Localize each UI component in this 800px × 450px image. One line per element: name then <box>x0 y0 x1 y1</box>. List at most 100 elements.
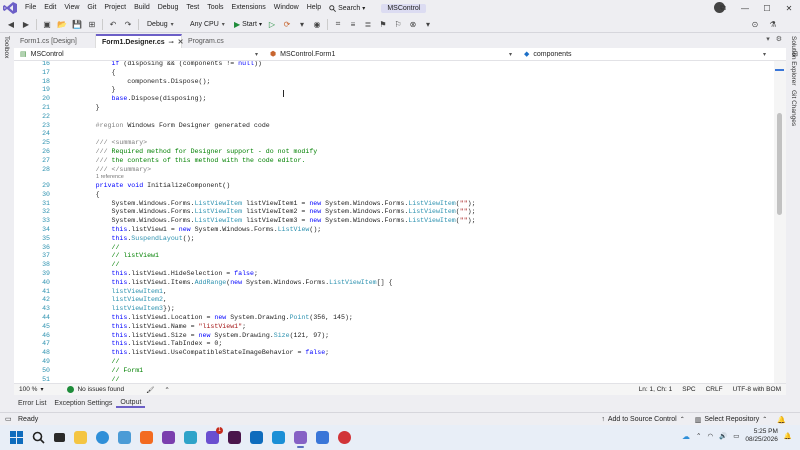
code-line[interactable]: 48 this.listView1.UseCompatibleStateImag… <box>14 348 774 357</box>
code-line[interactable]: 38 // <box>14 260 774 269</box>
code-line[interactable]: 44 this.listView1.Location = new System.… <box>14 313 774 322</box>
scrollbar-thumb[interactable] <box>777 113 782 215</box>
cursor-position[interactable]: Ln: 1, Ch: 1 <box>634 386 678 393</box>
brave-browser-icon[interactable] <box>140 431 153 444</box>
azure-data-studio-icon[interactable] <box>184 431 197 444</box>
code-line[interactable]: 41 listViewItem1, <box>14 287 774 296</box>
weather-icon[interactable]: ☁ <box>682 432 690 441</box>
code-line[interactable]: 40 this.listView1.Items.AddRange(new Sys… <box>14 278 774 287</box>
menu-view[interactable]: View <box>60 0 83 16</box>
code-line[interactable]: 46 this.listView1.Size = new System.Draw… <box>14 331 774 340</box>
file-encoding[interactable]: UTF-8 with BOM <box>728 386 786 393</box>
issues-indicator[interactable]: No issues found <box>62 386 129 393</box>
tab-form1-design[interactable]: Form1.cs [Design] <box>14 34 96 48</box>
code-line[interactable]: 45 this.listView1.Name = "listView1"; <box>14 322 774 331</box>
code-line[interactable]: 26 /// Required method for Designer supp… <box>14 147 774 156</box>
menu-edit[interactable]: Edit <box>40 0 60 16</box>
next-bookmark-icon[interactable]: ⚐ <box>393 19 403 29</box>
code-line[interactable]: 27 /// the contents of this method with … <box>14 156 774 165</box>
code-line[interactable]: 36 // <box>14 243 774 252</box>
tab-list-dropdown-icon[interactable]: ▾ <box>766 35 770 43</box>
code-line[interactable]: 21 } <box>14 103 774 112</box>
tab-exception-settings[interactable]: Exception Settings <box>50 400 116 407</box>
menu-git[interactable]: Git <box>83 0 100 16</box>
uncomment-icon[interactable]: ≣ <box>363 19 373 29</box>
preview-features-icon[interactable]: ⚗ <box>768 19 778 29</box>
minimize-button[interactable]: — <box>734 0 756 16</box>
code-line[interactable]: 19 } <box>14 85 774 94</box>
clear-bookmarks-icon[interactable]: ⊗ <box>408 19 418 29</box>
battery-icon[interactable]: ▭ <box>733 432 739 440</box>
undo-icon[interactable]: ↶ <box>108 19 118 29</box>
menu-extensions[interactable]: Extensions <box>228 0 270 16</box>
redo-icon[interactable]: ↷ <box>123 19 133 29</box>
brush-icon[interactable]: 🖌 <box>141 386 159 394</box>
hot-reload-icon[interactable]: ⟳ <box>282 19 292 29</box>
close-button[interactable]: ✕ <box>778 0 800 16</box>
code-line[interactable]: 39 this.listView1.HideSelection = false; <box>14 269 774 278</box>
new-project-icon[interactable]: ▣ <box>42 19 52 29</box>
menu-file[interactable]: File <box>21 0 40 16</box>
code-line[interactable]: 20 base.Dispose(disposing); <box>14 94 774 103</box>
code-line[interactable]: 51 // <box>14 375 774 384</box>
configuration-dropdown[interactable]: Debug ▾ <box>144 21 182 28</box>
code-line[interactable]: 43 listViewItem3}); <box>14 304 774 313</box>
search-button[interactable]: Search ▾ <box>325 5 369 12</box>
outlook-icon[interactable] <box>250 431 263 444</box>
notification-center-icon[interactable]: 🔔 <box>784 432 792 440</box>
open-file-icon[interactable]: 📂 <box>57 19 67 29</box>
browser-link-icon[interactable]: ◉ <box>312 19 322 29</box>
live-share-icon[interactable]: ⧉ <box>712 0 734 16</box>
zoom-dropdown[interactable]: 100 % ▾ <box>14 386 48 393</box>
code-editor[interactable]: 16 if (disposing && (components != null)… <box>14 61 774 383</box>
wifi-icon[interactable]: ◠ <box>707 432 713 440</box>
file-explorer-icon[interactable] <box>74 431 87 444</box>
solution-explorer-tab[interactable]: Solution Explorer <box>790 36 797 86</box>
tab-form1-designer[interactable]: Form1.Designer.cs ⊸ ✕ <box>96 34 184 48</box>
forward-icon[interactable]: ▶ <box>21 19 31 29</box>
edge-browser-icon[interactable] <box>96 431 109 444</box>
search-icon[interactable] <box>32 431 45 444</box>
code-line[interactable]: 47 this.listView1.TabIndex = 0; <box>14 339 774 348</box>
split-editor-icon[interactable]: ⊟ <box>792 50 798 58</box>
add-to-source-control-button[interactable]: ↑ Add to Source Control ⌃ <box>601 416 684 423</box>
line-ending[interactable]: CRLF <box>701 386 728 393</box>
code-line[interactable]: 35 this.SuspendLayout(); <box>14 234 774 243</box>
start-debugging-button[interactable]: ▶ Start ▾ <box>234 20 262 29</box>
save-icon[interactable]: 💾 <box>72 19 82 29</box>
diagnostics-icon[interactable]: ⌗ <box>333 19 343 29</box>
volume-icon[interactable]: 🔊 <box>719 432 727 440</box>
notifications-icon[interactable]: 🔔 <box>777 416 786 424</box>
code-line[interactable]: 24 <box>14 129 774 138</box>
code-line[interactable]: 37 // listView1 <box>14 251 774 260</box>
recorder-app-icon[interactable] <box>338 431 351 444</box>
tab-output[interactable]: Output <box>116 399 146 408</box>
comment-icon[interactable]: ≡ <box>348 19 358 29</box>
code-line[interactable]: 33 System.Windows.Forms.ListViewItem lis… <box>14 216 774 225</box>
defender-icon[interactable] <box>316 431 329 444</box>
code-line[interactable]: 32 System.Windows.Forms.ListViewItem lis… <box>14 207 774 216</box>
project-dropdown[interactable]: ▤ MSControl ▾ <box>14 48 264 61</box>
back-icon[interactable]: ◀ <box>6 19 16 29</box>
start-without-debugging-icon[interactable]: ▷ <box>267 19 277 29</box>
code-line[interactable]: 50 // Form1 <box>14 366 774 375</box>
github-copilot-icon[interactable]: ⊙ <box>750 19 760 29</box>
select-repository-button[interactable]: ▥ Select Repository ⌃ <box>695 416 768 424</box>
code-line[interactable]: 25 /// <summary> <box>14 138 774 147</box>
menu-window[interactable]: Window <box>270 0 303 16</box>
platform-dropdown[interactable]: Any CPU ▾ <box>187 21 229 28</box>
bookmark-icon[interactable]: ⚑ <box>378 19 388 29</box>
maximize-button[interactable]: ☐ <box>756 0 778 16</box>
teams-icon[interactable] <box>118 431 131 444</box>
code-line[interactable]: 42 listViewItem2, <box>14 295 774 304</box>
code-line[interactable]: 18 components.Dispose(); <box>14 77 774 86</box>
code-line[interactable]: 31 System.Windows.Forms.ListViewItem lis… <box>14 199 774 208</box>
slack-icon[interactable] <box>228 431 241 444</box>
vscode-icon[interactable] <box>272 431 285 444</box>
task-view-icon[interactable] <box>54 433 65 442</box>
tab-error-list[interactable]: Error List <box>14 400 50 407</box>
pin-icon[interactable]: ⊸ <box>169 39 174 46</box>
save-all-icon[interactable]: ⊞ <box>87 19 97 29</box>
git-changes-tab[interactable]: Git Changes <box>790 90 797 126</box>
menu-build[interactable]: Build <box>130 0 154 16</box>
